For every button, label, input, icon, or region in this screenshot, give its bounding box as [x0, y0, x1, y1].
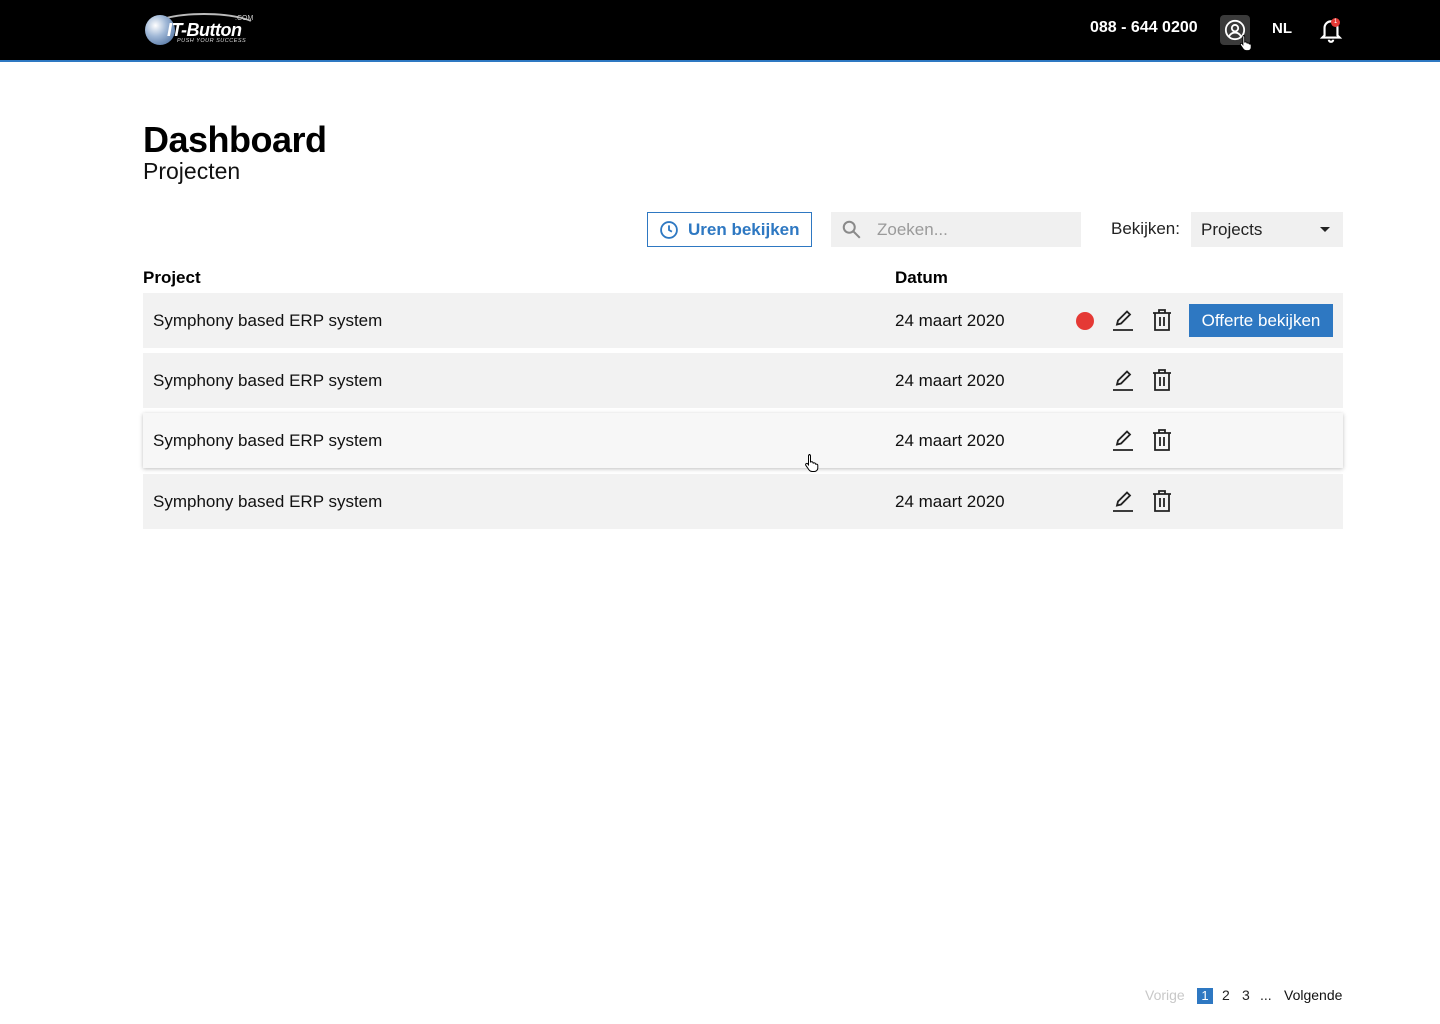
- search-box[interactable]: [831, 212, 1081, 247]
- it-button-logo[interactable]: IT-Button .COM PUSH YOUR SUCCESS: [145, 11, 259, 49]
- table-row[interactable]: Symphony based ERP system 24 maart 2020: [143, 474, 1343, 529]
- table-row[interactable]: Symphony based ERP system 24 maart 2020: [143, 353, 1343, 408]
- pagination-page-3[interactable]: 3: [1242, 987, 1250, 1003]
- view-select-value: Projects: [1201, 219, 1263, 239]
- column-header-project[interactable]: Project: [143, 268, 201, 288]
- notifications-button[interactable]: 1: [1318, 16, 1344, 44]
- pencil-icon[interactable]: [1112, 428, 1134, 452]
- page-title: Dashboard: [143, 119, 327, 160]
- alert-status-dot: [1076, 312, 1094, 330]
- pencil-icon[interactable]: [1112, 308, 1134, 332]
- page-subtitle: Projecten: [143, 158, 241, 184]
- pencil-icon[interactable]: [1112, 368, 1134, 392]
- project-date: 24 maart 2020: [895, 492, 1005, 511]
- project-name[interactable]: Symphony based ERP system: [153, 492, 382, 512]
- project-name[interactable]: Symphony based ERP system: [153, 431, 382, 451]
- view-label: Bekijken:: [1111, 219, 1180, 238]
- search-icon: [842, 220, 861, 239]
- pencil-icon[interactable]: [1112, 489, 1134, 513]
- pagination-page-2[interactable]: 2: [1222, 987, 1230, 1003]
- project-date: 24 maart 2020: [895, 311, 1005, 330]
- notification-badge: 1: [1331, 18, 1340, 27]
- trash-icon[interactable]: [1151, 368, 1173, 392]
- view-offer-button[interactable]: Offerte bekijken: [1189, 304, 1333, 337]
- trash-icon[interactable]: [1151, 308, 1173, 332]
- pagination-page-1[interactable]: 1: [1197, 988, 1213, 1004]
- project-name[interactable]: Symphony based ERP system: [153, 311, 382, 331]
- caret-down-icon: [1320, 227, 1330, 232]
- table-row[interactable]: Symphony based ERP system 24 maart 2020 …: [143, 293, 1343, 348]
- view-hours-label: Uren bekijken: [688, 219, 800, 239]
- mouse-pointer-hand-icon: [1239, 35, 1252, 51]
- trash-icon[interactable]: [1151, 489, 1173, 513]
- clock-icon: [660, 220, 678, 239]
- search-input[interactable]: [877, 219, 1067, 240]
- project-name[interactable]: Symphony based ERP system: [153, 371, 382, 391]
- mouse-pointer-hand-icon: [805, 454, 819, 472]
- logo-tagline: PUSH YOUR SUCCESS: [177, 38, 247, 44]
- table-row[interactable]: Symphony based ERP system 24 maart 2020: [143, 413, 1343, 468]
- project-date: 24 maart 2020: [895, 371, 1005, 390]
- column-header-date[interactable]: Datum: [895, 268, 948, 288]
- trash-icon[interactable]: [1151, 428, 1173, 452]
- pagination-previous[interactable]: Vorige: [1145, 987, 1185, 1003]
- pagination-next[interactable]: Volgende: [1284, 987, 1342, 1003]
- top-navbar: IT-Button .COM PUSH YOUR SUCCESS 088 - 6…: [0, 0, 1440, 62]
- pagination-ellipsis: ...: [1260, 987, 1272, 1003]
- language-switcher[interactable]: NL: [1272, 20, 1292, 37]
- phone-number[interactable]: 088 - 644 0200: [1090, 19, 1198, 37]
- project-date: 24 maart 2020: [895, 431, 1005, 450]
- logo-dotcom: .COM: [235, 15, 254, 22]
- view-hours-button[interactable]: Uren bekijken: [647, 212, 812, 247]
- view-select[interactable]: Projects: [1191, 212, 1343, 247]
